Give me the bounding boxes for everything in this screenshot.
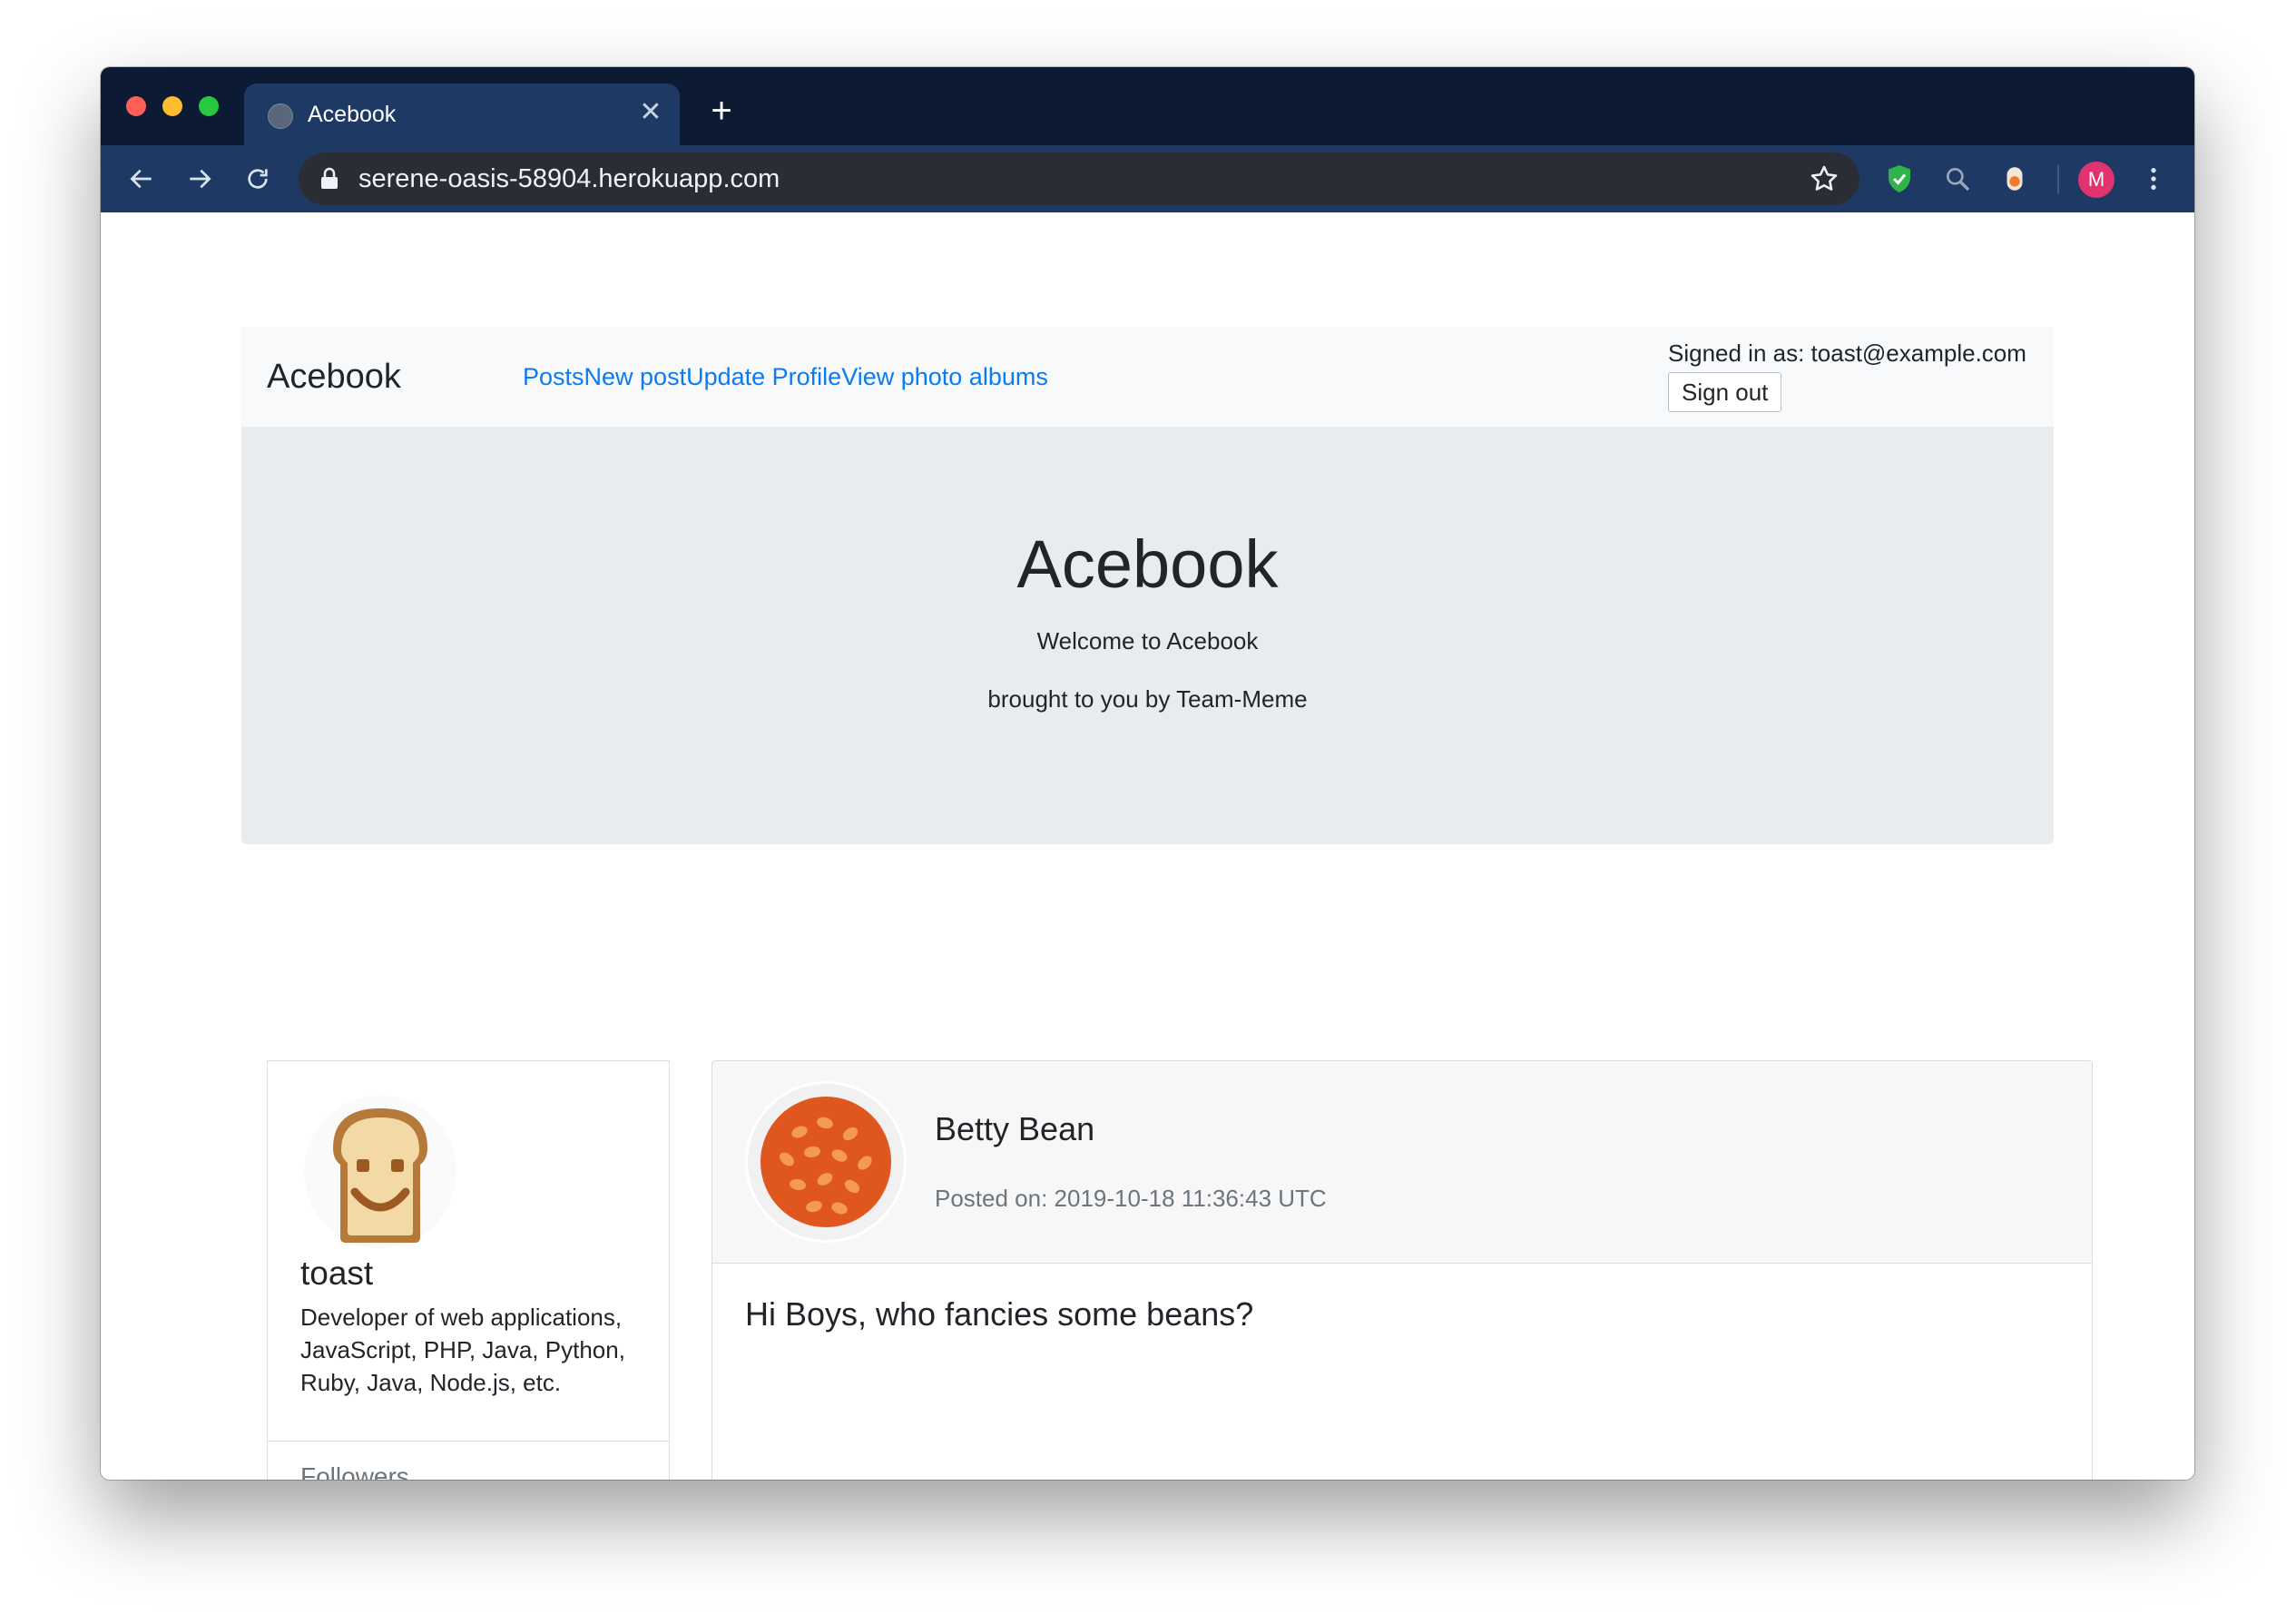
address-bar[interactable]: serene-oasis-58904.herokuapp.com	[299, 153, 1859, 205]
nav-link-view-photo-albums[interactable]: View photo albums	[841, 363, 1048, 390]
post-message: Hi Boys, who fancies some beans?	[745, 1295, 1254, 1333]
followers-heading: Followers	[300, 1462, 409, 1480]
zoom-window-button[interactable]	[199, 96, 219, 116]
post-timestamp: Posted on: 2019-10-18 11:36:43 UTC	[935, 1185, 1327, 1212]
signed-in-text: Signed in as: toast@example.com	[1668, 340, 2026, 367]
forward-arrow-icon[interactable]	[177, 156, 222, 202]
sign-out-button[interactable]: Sign out	[1668, 372, 1782, 412]
nav-links: PostsNew postUpdate ProfileView photo al…	[523, 359, 1048, 394]
nav-link-new-post[interactable]: New post	[584, 363, 687, 390]
jumbotron-heading: Acebook	[1016, 527, 1279, 602]
jumbotron: Acebook Welcome to Acebook brought to yo…	[241, 427, 2054, 844]
close-window-button[interactable]	[126, 96, 146, 116]
tab-title: Acebook	[308, 102, 397, 127]
byline-text: brought to you by Team-Meme	[987, 685, 1308, 713]
toolbar-divider	[2057, 165, 2059, 194]
browser-titlebar: Acebook ✕ +	[101, 67, 2194, 145]
brand-link[interactable]: Acebook	[267, 354, 401, 399]
url-text[interactable]: serene-oasis-58904.herokuapp.com	[358, 162, 780, 196]
back-arrow-icon[interactable]	[119, 156, 164, 202]
menu-dots-icon[interactable]	[2136, 162, 2171, 196]
site-navbar: Acebook PostsNew postUpdate ProfileView …	[241, 327, 2054, 427]
welcome-text: Welcome to Acebook	[1036, 627, 1259, 654]
browser-window: Acebook ✕ + serene-oasis-58904.herokuapp…	[101, 67, 2194, 1480]
reload-icon[interactable]	[235, 156, 280, 202]
new-tab-button[interactable]: +	[703, 93, 740, 129]
profile-card: toast Developer of web applications, Jav…	[267, 1060, 670, 1480]
globe-icon	[268, 103, 293, 129]
bookmark-star-icon[interactable]	[1809, 163, 1840, 194]
toast-avatar-image	[304, 1096, 456, 1248]
browser-tab[interactable]: Acebook ✕	[244, 84, 680, 145]
beans-avatar-image	[745, 1081, 907, 1243]
profile-username: toast	[300, 1255, 374, 1292]
browser-toolbar: serene-oasis-58904.herokuapp.com M	[101, 145, 2194, 212]
profile-divider	[268, 1441, 669, 1442]
nav-link-posts[interactable]: Posts	[523, 363, 584, 390]
post-header: Betty Bean Posted on: 2019-10-18 11:36:4…	[712, 1061, 2092, 1264]
nav-link-update-profile[interactable]: Update Profile	[686, 363, 841, 390]
tab-close-icon[interactable]: ✕	[634, 96, 667, 129]
lock-icon	[321, 167, 338, 189]
post-card: Betty Bean Posted on: 2019-10-18 11:36:4…	[711, 1060, 2093, 1480]
shield-extension-icon[interactable]	[1882, 162, 1917, 196]
search-extension-icon[interactable]	[1940, 162, 1975, 196]
post-author[interactable]: Betty Bean	[935, 1108, 1094, 1150]
profile-avatar-icon[interactable]: M	[2078, 162, 2114, 198]
page-content: Acebook PostsNew postUpdate ProfileView …	[101, 212, 2194, 1480]
minimize-window-button[interactable]	[162, 96, 182, 116]
extension-icon[interactable]	[1997, 162, 2032, 196]
profile-bio: Developer of web applications, JavaScrip…	[300, 1304, 625, 1396]
